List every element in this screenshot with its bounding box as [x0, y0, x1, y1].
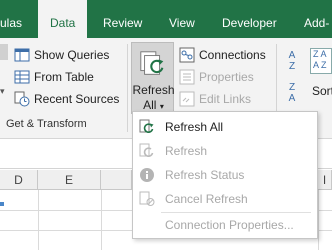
from-table-icon: [14, 70, 30, 84]
cancel-refresh-icon: [139, 191, 155, 206]
sort-za-bottom: A: [288, 93, 296, 104]
tab-view[interactable]: View: [169, 0, 195, 38]
group-label-get-transform: Get & Transform: [6, 118, 87, 130]
menu-item-refresh-status[interactable]: Refresh Status: [133, 164, 317, 186]
connections-label: Connections: [199, 48, 266, 62]
refresh-all-label-line1: Refresh: [132, 83, 175, 97]
properties-label: Properties: [199, 70, 254, 84]
refresh-all-icon: [140, 51, 164, 75]
menu-separator: [161, 212, 311, 213]
column-header-i[interactable]: I: [318, 170, 332, 190]
menu-item-label: Refresh Status: [165, 168, 245, 182]
tab-add-ins[interactable]: Add-: [304, 0, 329, 38]
menu-item-refresh[interactable]: Refresh: [133, 140, 317, 162]
refresh-all-dropdown-menu: Refresh All Refresh Refresh Status Cance…: [132, 111, 318, 239]
cell-d-marker[interactable]: [0, 202, 4, 206]
blank-icon-slot: [139, 217, 155, 233]
connections-button[interactable]: Connections: [179, 45, 266, 65]
menu-item-refresh-all[interactable]: Refresh All: [133, 116, 317, 138]
column-header-f[interactable]: [101, 170, 132, 190]
menu-item-label: Refresh: [165, 144, 208, 158]
column-header-e[interactable]: E: [38, 170, 101, 190]
chevron-down-icon: ▾: [159, 102, 164, 111]
menu-item-label: Refresh All: [165, 120, 224, 134]
tab-formulas[interactable]: ulas: [0, 0, 22, 38]
edit-links-label: Edit Links: [199, 92, 252, 106]
properties-button[interactable]: Properties: [179, 67, 254, 87]
sort-icon: Z AA Z: [310, 48, 332, 74]
refresh-all-label-line2: All ▾: [132, 98, 175, 112]
sort-label: Sort: [312, 84, 332, 98]
column-header-d[interactable]: D: [0, 170, 38, 190]
info-icon: [140, 168, 154, 182]
menu-item-cancel-refresh[interactable]: Cancel Refresh: [133, 188, 317, 210]
partial-new-query-icon[interactable]: [0, 44, 8, 60]
menu-item-label: Connection Properties...: [165, 218, 294, 232]
sort-a-to-z-button[interactable]: A Z: [284, 50, 300, 80]
show-queries-button[interactable]: Show Queries: [14, 45, 109, 65]
tab-data[interactable]: Data: [38, 0, 88, 38]
properties-icon: [179, 69, 195, 85]
refresh-all-button[interactable]: Refresh All ▾: [131, 42, 175, 114]
show-queries-icon: [14, 48, 30, 62]
show-queries-label: Show Queries: [34, 48, 110, 62]
column-gridline: [38, 190, 39, 250]
sort-za-top: Z: [288, 82, 296, 93]
recent-sources-icon: [14, 91, 30, 107]
partial-dropdown-arrow-icon[interactable]: ▾: [0, 86, 6, 96]
connections-icon: [179, 47, 195, 63]
refresh-all-label-all: All: [143, 98, 157, 112]
tab-developer[interactable]: Developer: [222, 0, 277, 38]
from-table-button[interactable]: From Table: [14, 67, 94, 87]
tab-review[interactable]: Review: [103, 0, 142, 38]
column-gridline: [101, 190, 102, 250]
ribbon-tab-bar: ulas Data Review View Developer Add-: [0, 0, 332, 38]
edit-links-icon: [179, 91, 195, 107]
sort-button[interactable]: Z AA Z Sort: [308, 44, 332, 114]
from-table-label: From Table: [34, 70, 94, 84]
refresh-all-icon: [139, 119, 154, 133]
recent-sources-button[interactable]: Recent Sources: [14, 89, 119, 109]
sort-az-bottom: Z: [288, 61, 296, 72]
sort-az-top: A: [288, 50, 296, 61]
edit-links-button[interactable]: Edit Links: [179, 89, 251, 109]
refresh-icon: [139, 143, 154, 157]
menu-item-label: Cancel Refresh: [165, 192, 248, 206]
group-separator: [127, 44, 128, 132]
recent-sources-label: Recent Sources: [34, 92, 120, 106]
column-gridline: [318, 190, 319, 250]
sort-z-to-a-button[interactable]: Z A: [284, 82, 300, 112]
menu-item-connection-properties[interactable]: Connection Properties...: [133, 214, 317, 236]
